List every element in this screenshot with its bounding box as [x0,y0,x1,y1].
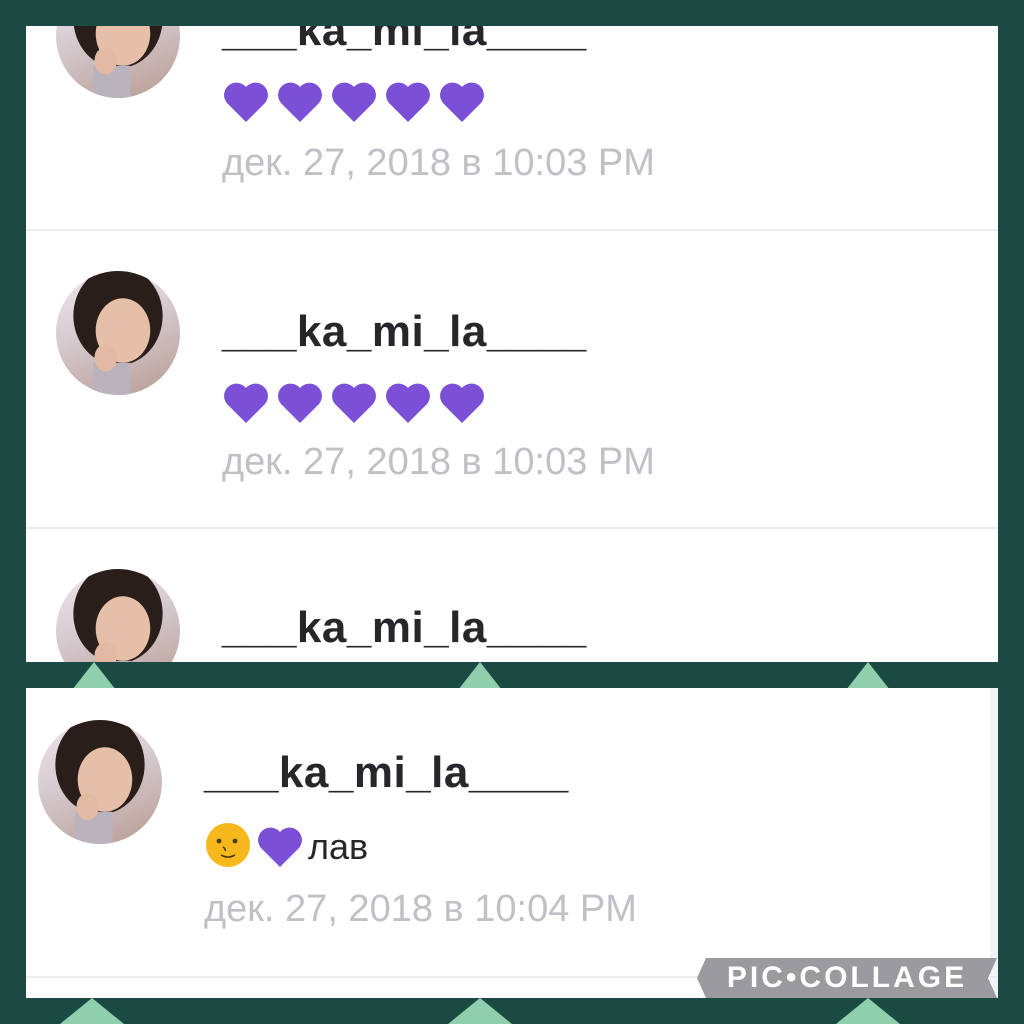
hearts-message [222,78,486,126]
purple-heart-icon [330,80,378,124]
purple-heart-icon [384,381,432,425]
decor-triangle [846,662,890,690]
purple-heart-icon [330,381,378,425]
username[interactable]: ___ka_mi_la____ [222,307,587,357]
comment-item: ___ka_mi_la____ лав дек. 27, 2018 в 10:0… [26,688,998,976]
comment-item: ___ka_mi_la____ дек. 27, 2018 в 10:03 PM [26,231,998,527]
decor-triangle [448,998,512,1024]
avatar[interactable] [56,26,180,98]
purple-heart-icon [276,80,324,124]
avatar[interactable] [38,720,162,844]
comments-screenshot-bottom: ___ka_mi_la____ лав дек. 27, 2018 в 10:0… [26,688,998,998]
message-text: лав [308,826,369,867]
purple-heart-icon [438,381,486,425]
purple-heart-icon [222,80,270,124]
username[interactable]: ___ka_mi_la____ [204,748,569,798]
purple-heart-icon [276,381,324,425]
decor-triangle [458,662,502,690]
avatar[interactable] [56,569,180,662]
comments-screenshot-top: ___ka_mi_la____ дек. 27, 2018 в 10:03 PM… [26,26,998,662]
decor-triangle [60,998,124,1024]
username[interactable]: ___ka_mi_la____ [222,26,587,56]
timestamp: дек. 27, 2018 в 10:04 PM [204,888,637,930]
comment-item: ___ka_mi_la____ [26,529,998,662]
timestamp: дек. 27, 2018 в 10:03 PM [222,441,655,483]
decor-triangle [836,998,900,1024]
timestamp: дек. 27, 2018 в 10:03 PM [222,142,655,184]
pic-collage-watermark: PIC•COLLAGE [697,958,997,998]
avatar[interactable] [56,271,180,395]
decor-triangle [72,662,116,690]
message: лав [204,822,368,872]
username[interactable]: ___ka_mi_la____ [222,603,587,653]
purple-heart-icon [384,80,432,124]
comment-item: ___ka_mi_la____ дек. 27, 2018 в 10:03 PM [26,26,998,230]
purple-heart-icon [256,825,304,869]
purple-heart-icon [438,80,486,124]
hearts-message [222,379,486,427]
purple-heart-icon [222,381,270,425]
moon-face-emoji-icon [204,821,252,874]
